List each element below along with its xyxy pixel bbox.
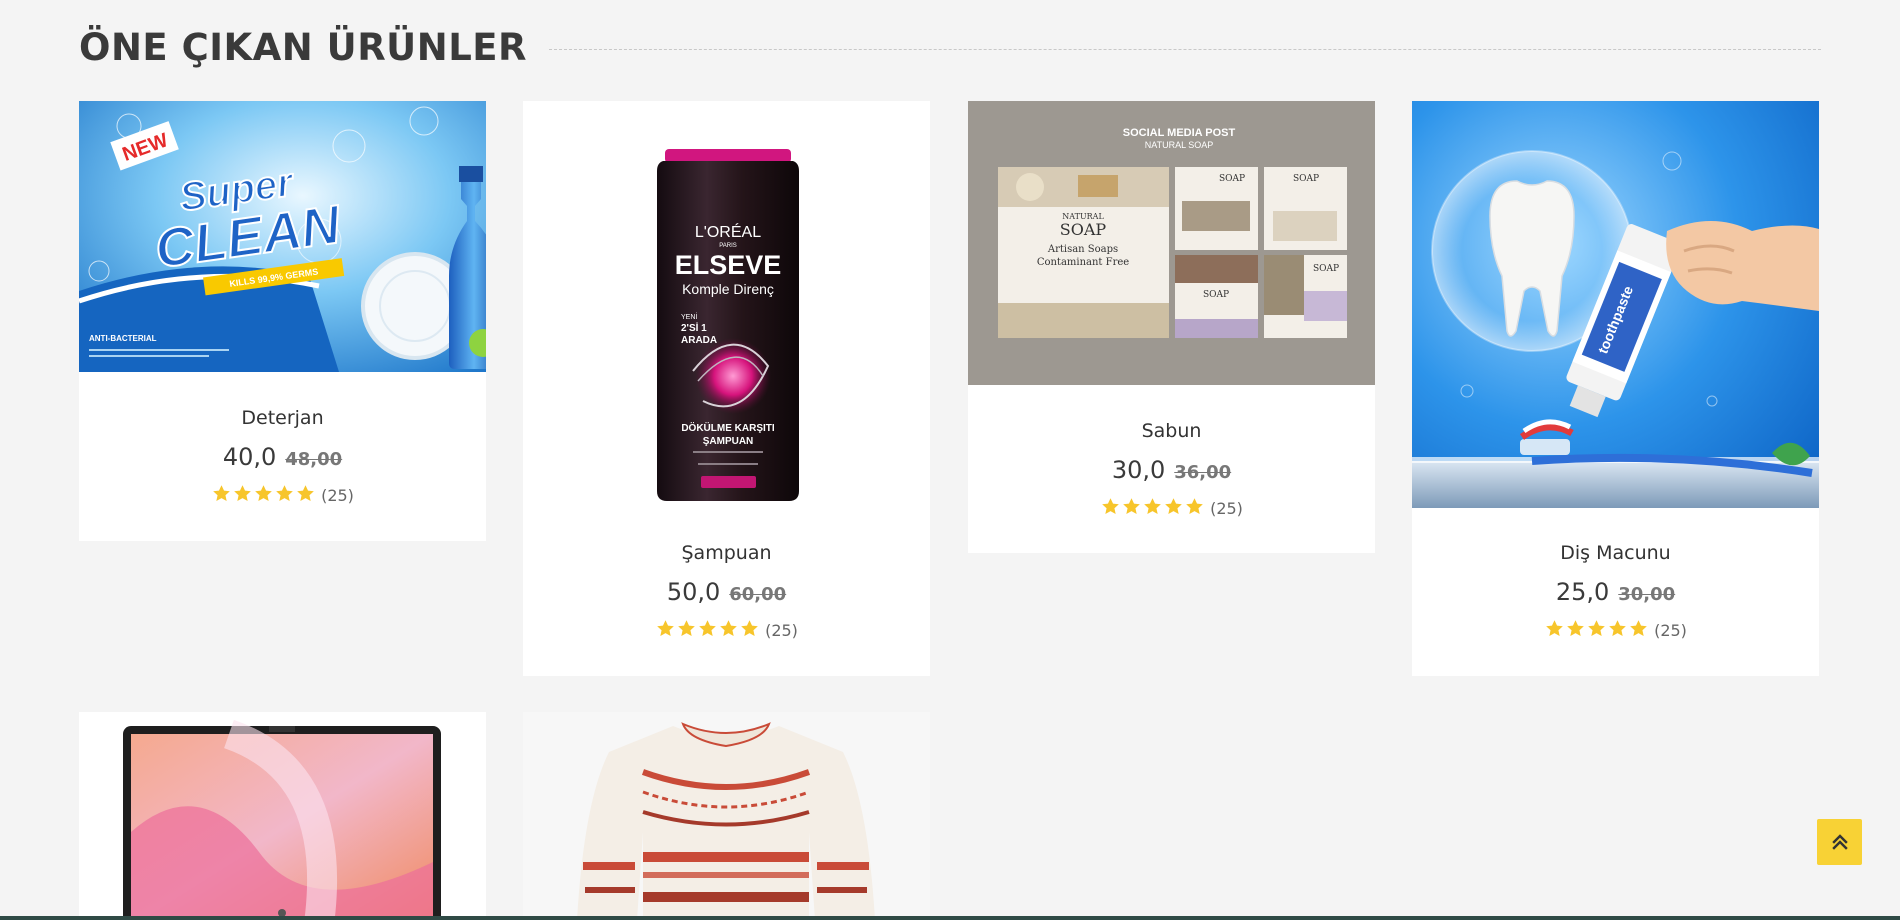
star-icon xyxy=(255,485,272,502)
star-icon xyxy=(1609,620,1626,637)
shampoo-image: L'ORÉAL PARIS ELSEVE Komple Direnç YENİ … xyxy=(657,149,799,501)
soap-main-line1-text: Artisan Soaps xyxy=(1047,244,1118,255)
double-chevron-up-icon xyxy=(1831,834,1848,850)
soap-tile-text: SOAP xyxy=(1313,264,1339,274)
paris-text: PARIS xyxy=(719,243,737,249)
product-card-kazak[interactable] xyxy=(523,712,930,920)
rating-count: (25) xyxy=(1654,621,1687,640)
star-icon xyxy=(1186,498,1203,515)
promo-3-text: ARADA xyxy=(681,335,717,346)
rating: (25) xyxy=(79,483,486,508)
star-group xyxy=(655,618,760,643)
product-info: Deterjan 40,0 48,00 (25) xyxy=(79,372,486,508)
rating: (25) xyxy=(968,496,1375,521)
star-icon xyxy=(234,485,251,502)
price-row: 50,0 60,00 xyxy=(523,578,930,606)
product-image-sampuan[interactable]: L'ORÉAL PARIS ELSEVE Komple Direnç YENİ … xyxy=(523,101,930,508)
current-price: 25,0 xyxy=(1555,578,1610,606)
product-image-laptop[interactable] xyxy=(79,712,486,920)
anti-bacterial-text: ANTI-BACTERIAL xyxy=(89,334,157,343)
star-icon xyxy=(720,620,737,637)
soap-image: SOCIAL MEDIA POST NATURAL SOAP NATURAL S… xyxy=(968,101,1375,385)
star-icon xyxy=(276,485,293,502)
product-image-dis-macunu[interactable]: toothpaste xyxy=(1412,101,1819,508)
star-icon xyxy=(1165,498,1182,515)
product-image-deterjan[interactable]: NEW Super CLEAN KILLS 99,9% GERMS ANTI-B… xyxy=(79,101,486,372)
product-info: Sabun 30,0 36,00 (25) xyxy=(968,385,1375,521)
sampuan-label-text: ŞAMPUAN xyxy=(703,436,754,447)
loreal-text: L'ORÉAL xyxy=(695,222,761,241)
star-icon xyxy=(1123,498,1140,515)
current-price: 40,0 xyxy=(222,443,277,471)
product-card-dis-macunu[interactable]: toothpaste Diş Macunu 25,0 30,00 (25) xyxy=(1412,101,1819,676)
soap-main-line2-text: Contaminant Free xyxy=(1037,257,1129,268)
price-row: 40,0 48,00 xyxy=(79,443,486,471)
star-icon xyxy=(699,620,716,637)
elseve-text: ELSEVE xyxy=(675,250,782,280)
product-card-laptop[interactable] xyxy=(79,712,486,920)
section-header: ÖNE ÇIKAN ÜRÜNLER xyxy=(79,22,1821,72)
current-price: 50,0 xyxy=(666,578,721,606)
star-icon xyxy=(1102,498,1119,515)
price-row: 30,0 36,00 xyxy=(968,456,1375,484)
product-info: Şampuan 50,0 60,00 (25) xyxy=(523,508,930,643)
rating-count: (25) xyxy=(1210,499,1243,518)
star-group xyxy=(1100,496,1205,521)
star-icon xyxy=(1588,620,1605,637)
yeni-text: YENİ xyxy=(681,312,697,321)
soap-tile-text: SOAP xyxy=(1203,290,1229,300)
soap-main-title-text: SOAP xyxy=(1060,220,1107,239)
star-icon xyxy=(678,620,695,637)
star-icon xyxy=(1144,498,1161,515)
star-icon xyxy=(213,485,230,502)
product-image-sabun[interactable]: SOCIAL MEDIA POST NATURAL SOAP NATURAL S… xyxy=(968,101,1375,385)
soap-tile-text: SOAP xyxy=(1293,174,1319,184)
sweater-image xyxy=(577,722,875,920)
page: ÖNE ÇIKAN ÜRÜNLER NEW Super CLEAN KILLS … xyxy=(0,0,1900,920)
komple-direnc-text: Komple Direnç xyxy=(682,281,774,297)
price-row: 25,0 30,00 xyxy=(1412,578,1819,606)
promo-2-text: 2'Sİ 1 xyxy=(681,321,707,334)
star-icon xyxy=(1630,620,1647,637)
detergent-image: NEW Super CLEAN KILLS 99,9% GERMS ANTI-B… xyxy=(79,101,486,372)
star-icon xyxy=(1567,620,1584,637)
old-price: 36,00 xyxy=(1174,462,1232,483)
old-price: 48,00 xyxy=(285,449,343,470)
footer-edge xyxy=(0,916,1900,920)
section-divider xyxy=(549,48,1821,50)
product-name[interactable]: Deterjan xyxy=(79,407,486,429)
soap-tile-text: SOAP xyxy=(1219,174,1245,184)
star-icon xyxy=(297,485,314,502)
laptop-image xyxy=(123,719,441,920)
product-name[interactable]: Diş Macunu xyxy=(1412,542,1819,564)
current-price: 30,0 xyxy=(1111,456,1166,484)
dokulme-text: DÖKÜLME KARŞITI xyxy=(681,421,775,434)
star-group xyxy=(211,483,316,508)
rating-count: (25) xyxy=(765,621,798,640)
star-icon xyxy=(741,620,758,637)
star-icon xyxy=(1546,620,1563,637)
star-icon xyxy=(657,620,674,637)
product-image-kazak[interactable] xyxy=(523,712,930,920)
product-card-deterjan[interactable]: NEW Super CLEAN KILLS 99,9% GERMS ANTI-B… xyxy=(79,101,486,541)
old-price: 30,00 xyxy=(1618,584,1676,605)
toothpaste-image: toothpaste xyxy=(1412,101,1819,508)
product-card-sabun[interactable]: SOCIAL MEDIA POST NATURAL SOAP NATURAL S… xyxy=(968,101,1375,553)
product-info: Diş Macunu 25,0 30,00 (25) xyxy=(1412,508,1819,643)
section-title: ÖNE ÇIKAN ÜRÜNLER xyxy=(79,25,528,69)
product-name[interactable]: Sabun xyxy=(968,420,1375,442)
natural-soap-header-text: NATURAL SOAP xyxy=(1145,140,1214,150)
product-name[interactable]: Şampuan xyxy=(523,542,930,564)
product-card-sampuan[interactable]: L'ORÉAL PARIS ELSEVE Komple Direnç YENİ … xyxy=(523,101,930,676)
rating-count: (25) xyxy=(321,486,354,505)
rating: (25) xyxy=(523,618,930,643)
star-group xyxy=(1544,618,1649,643)
scroll-top-button[interactable] xyxy=(1817,819,1862,865)
social-media-post-text: SOCIAL MEDIA POST xyxy=(1123,127,1236,139)
rating: (25) xyxy=(1412,618,1819,643)
old-price: 60,00 xyxy=(729,584,787,605)
